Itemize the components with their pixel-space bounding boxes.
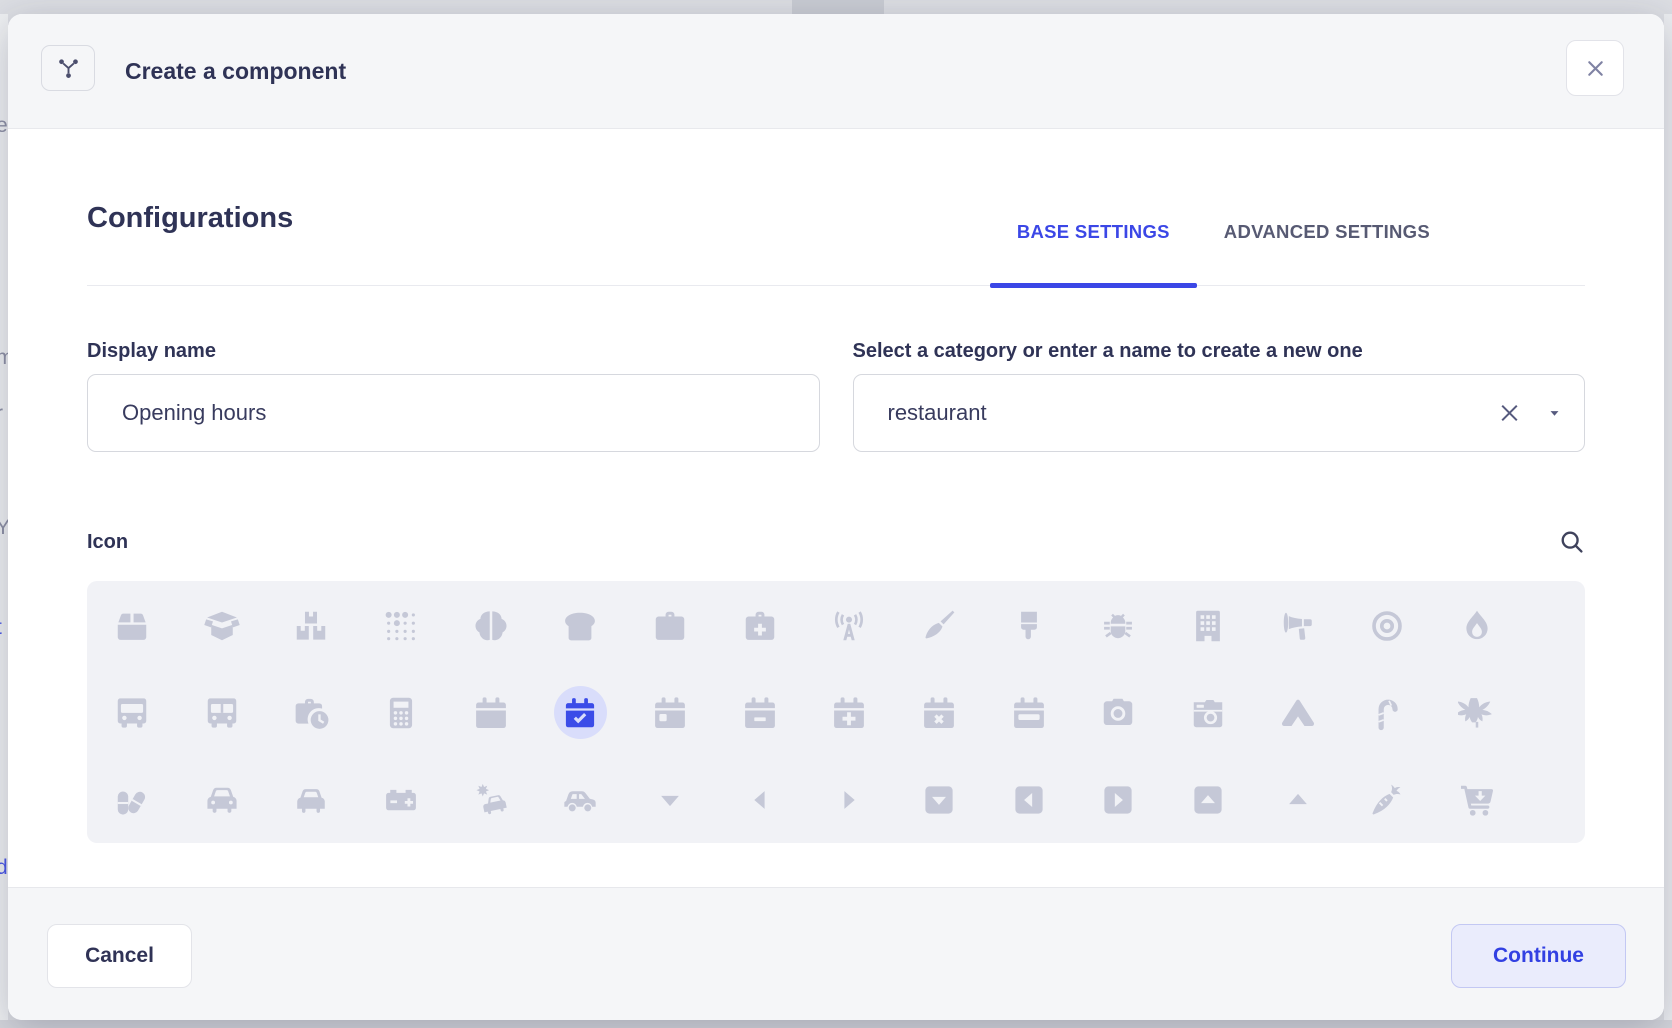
- background-text-fragment: Y: [0, 516, 8, 540]
- brush-icon[interactable]: [984, 582, 1074, 669]
- caret-square-left-icon[interactable]: [984, 757, 1074, 844]
- caret-square-up-icon[interactable]: [1163, 757, 1253, 844]
- background-text-fragment: d: [0, 856, 8, 880]
- create-component-modal: Create a component Configurations BASE S…: [8, 14, 1664, 1020]
- caret-square-down-icon[interactable]: [894, 757, 984, 844]
- business-time-icon[interactable]: [266, 669, 356, 756]
- tab-advanced-settings[interactable]: ADVANCED SETTINGS: [1197, 220, 1457, 285]
- camera-icon[interactable]: [1074, 669, 1164, 756]
- icon-section-header: Icon: [87, 528, 1585, 555]
- component-node-icon: [41, 45, 95, 91]
- calculator-icon[interactable]: [356, 669, 446, 756]
- category-select-input[interactable]: [853, 374, 1586, 452]
- box-icon[interactable]: [87, 582, 177, 669]
- category-field-group: Select a category or enter a name to cre…: [853, 339, 1586, 452]
- page-background: e m r Yt d Create a component Configurations…: [0, 0, 1672, 1028]
- calendar-plus-icon[interactable]: [805, 669, 895, 756]
- cart-arrow-down-icon[interactable]: [1432, 757, 1522, 844]
- background-text-fragment: t: [0, 616, 2, 640]
- car-icon[interactable]: [177, 757, 267, 844]
- display-name-label: Display name: [87, 339, 820, 363]
- campground-icon[interactable]: [1253, 669, 1343, 756]
- caret-square-right-icon[interactable]: [1074, 757, 1164, 844]
- briefcase-icon[interactable]: [625, 582, 715, 669]
- category-label: Select a category or enter a name to cre…: [853, 339, 1586, 363]
- capsules-icon[interactable]: [87, 757, 177, 844]
- candy-cane-icon[interactable]: [1343, 669, 1433, 756]
- close-button[interactable]: [1566, 40, 1624, 96]
- background-text-fragment: e: [0, 114, 8, 138]
- icon-picker-label: Icon: [87, 530, 128, 554]
- underlying-page-left-edge: e m r Yt d: [0, 14, 8, 1020]
- box-open-icon[interactable]: [177, 582, 267, 669]
- briefcase-medical-icon[interactable]: [715, 582, 805, 669]
- braille-icon[interactable]: [356, 582, 446, 669]
- cannabis-icon[interactable]: [1432, 669, 1522, 756]
- bus-icon[interactable]: [87, 669, 177, 756]
- search-icon[interactable]: [1558, 528, 1585, 555]
- caret-left-icon[interactable]: [715, 757, 805, 844]
- brain-icon[interactable]: [446, 582, 536, 669]
- icon-grid: [87, 581, 1522, 844]
- bullseye-icon[interactable]: [1343, 582, 1433, 669]
- clear-category-icon[interactable]: [1496, 400, 1523, 427]
- modal-footer: Cancel Continue: [8, 887, 1664, 1020]
- camera-retro-icon[interactable]: [1163, 669, 1253, 756]
- settings-tabs: BASE SETTINGS ADVANCED SETTINGS: [990, 220, 1457, 285]
- selected-icon-highlight: [554, 686, 607, 739]
- bug-icon[interactable]: [1074, 582, 1164, 669]
- broom-icon[interactable]: [894, 582, 984, 669]
- caret-down-icon[interactable]: [1546, 405, 1563, 422]
- calendar-check-icon[interactable]: [535, 669, 625, 756]
- calendar-day-icon[interactable]: [625, 669, 715, 756]
- display-name-field-group: Display name: [87, 339, 820, 452]
- icon-picker-panel: [87, 581, 1585, 843]
- background-text-fragment: r: [0, 402, 3, 426]
- bread-slice-icon[interactable]: [535, 582, 625, 669]
- underlying-page-right-edge: [1664, 14, 1672, 1020]
- modal-body: Configurations BASE SETTINGS ADVANCED SE…: [8, 201, 1664, 843]
- caret-down-icon[interactable]: [625, 757, 715, 844]
- broadcast-tower-icon[interactable]: [805, 582, 895, 669]
- display-name-input[interactable]: [87, 374, 820, 452]
- modal-header: Create a component: [8, 14, 1664, 129]
- tab-base-settings[interactable]: BASE SETTINGS: [990, 220, 1197, 285]
- car-battery-icon[interactable]: [356, 757, 446, 844]
- background-scrollbar-fragment: [792, 0, 884, 14]
- caret-up-icon[interactable]: [1253, 757, 1343, 844]
- modal-title: Create a component: [125, 14, 346, 128]
- boxes-icon[interactable]: [266, 582, 356, 669]
- calendar-minus-icon[interactable]: [715, 669, 805, 756]
- continue-button[interactable]: Continue: [1451, 924, 1626, 988]
- calendar-times-icon[interactable]: [894, 669, 984, 756]
- burn-icon[interactable]: [1432, 582, 1522, 669]
- car-side-icon[interactable]: [535, 757, 625, 844]
- car-alt-icon[interactable]: [266, 757, 356, 844]
- form-fields-row: Display name Select a category or enter …: [87, 339, 1585, 452]
- bus-alt-icon[interactable]: [177, 669, 267, 756]
- carrot-icon[interactable]: [1343, 757, 1433, 844]
- calendar-icon[interactable]: [446, 669, 536, 756]
- caret-right-icon[interactable]: [805, 757, 895, 844]
- building-icon[interactable]: [1163, 582, 1253, 669]
- calendar-week-icon[interactable]: [984, 669, 1074, 756]
- bullhorn-icon[interactable]: [1253, 582, 1343, 669]
- car-crash-icon[interactable]: [446, 757, 536, 844]
- underlying-page-bottom: [0, 1020, 1672, 1028]
- background-text-fragment: m: [0, 346, 8, 370]
- heading-and-tabs-row: Configurations BASE SETTINGS ADVANCED SE…: [87, 201, 1585, 286]
- cancel-button[interactable]: Cancel: [47, 924, 192, 988]
